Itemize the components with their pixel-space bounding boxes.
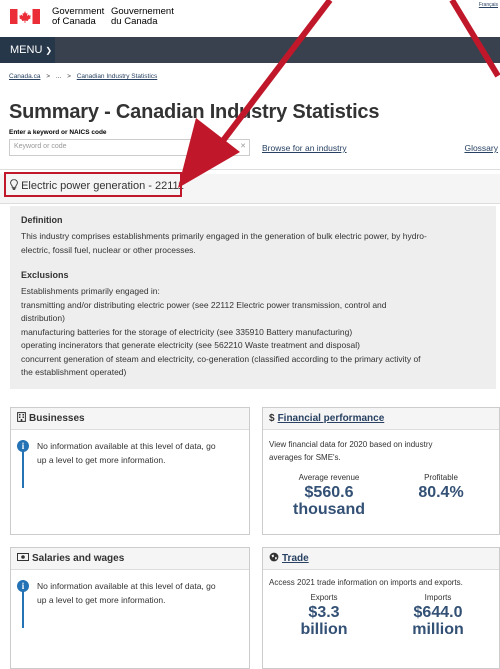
no-info-line: up a level to get more information. xyxy=(37,594,166,605)
exclusion-line: concurrent generation of steam and elect… xyxy=(21,353,421,364)
definition-text: This industry comprises establishments p… xyxy=(21,230,491,257)
divider xyxy=(0,169,500,170)
menu-bar: MENU ❯ xyxy=(0,37,500,63)
trade-heading: Trade xyxy=(263,548,499,570)
info-line xyxy=(22,450,24,488)
financial-desc-line: View financial data for 2020 based on in… xyxy=(269,440,433,449)
profitable-label: Profitable xyxy=(424,473,458,482)
salaries-heading: Salaries and wages xyxy=(11,548,249,570)
menu-button[interactable]: MENU ❯ xyxy=(0,37,55,63)
no-info-line: No information available at this level o… xyxy=(37,441,216,451)
average-revenue-unit: thousand xyxy=(293,501,365,518)
gov-en-line2: of Canada xyxy=(52,16,96,27)
imports-label: Imports xyxy=(424,593,452,602)
info-indicator: i xyxy=(17,580,29,628)
chevron-down-icon: ❯ xyxy=(45,46,53,55)
definition-box: Definition This industry comprises estab… xyxy=(10,206,496,389)
average-revenue-value: $560.6 thousand xyxy=(269,484,389,518)
businesses-panel: Businesses i No information available at… xyxy=(10,407,250,535)
salaries-no-info: No information available at this level o… xyxy=(37,580,255,607)
exclusion-line: operating incinerators that generate ele… xyxy=(21,340,360,350)
imports-value: $644.0 million xyxy=(383,604,493,638)
exclusions-heading: Exclusions xyxy=(21,270,69,280)
financial-heading: $ Financial performance xyxy=(263,408,499,430)
info-icon: i xyxy=(17,580,29,592)
exclusion-line: transmitting and/or distributing electri… xyxy=(21,299,387,310)
trade-panel: Trade Access 2021 trade information on i… xyxy=(262,547,500,669)
dollar-icon: $ xyxy=(269,413,275,424)
canada-flag-icon xyxy=(10,9,40,24)
menu-label: MENU xyxy=(10,44,43,56)
info-icon: i xyxy=(17,440,29,452)
breadcrumb-ellipsis: ... xyxy=(55,73,62,80)
definition-line: electric, fossil fuel, nuclear or other … xyxy=(21,244,196,255)
info-indicator: i xyxy=(17,440,29,488)
breadcrumb: Canada.ca > ... > Canadian Industry Stat… xyxy=(9,73,157,80)
breadcrumb-home[interactable]: Canada.ca xyxy=(9,73,40,80)
clear-icon[interactable]: ✕ xyxy=(240,142,246,150)
globe-icon xyxy=(269,548,279,570)
breadcrumb-separator: > xyxy=(46,73,51,80)
trade-description: Access 2021 trade information on imports… xyxy=(269,578,463,587)
financial-description: View financial data for 2020 based on in… xyxy=(269,439,499,464)
financial-panel: $ Financial performance View financial da… xyxy=(262,407,500,535)
average-revenue-amount: $560.6 xyxy=(304,484,354,501)
search-input[interactable]: Keyword or code ✕ xyxy=(9,139,250,156)
no-info-line: No information available at this level o… xyxy=(37,581,216,591)
info-line xyxy=(22,590,24,628)
exclusion-line: manufacturing batteries for the storage … xyxy=(21,326,353,337)
salaries-panel: Salaries and wages i No information avai… xyxy=(10,547,250,669)
no-info-line: up a level to get more information. xyxy=(37,454,166,465)
glossary-link[interactable]: Glossary xyxy=(464,143,498,153)
average-revenue-label: Average revenue xyxy=(298,473,360,482)
money-icon xyxy=(17,548,29,570)
exports-amount: $3.3 xyxy=(308,604,340,621)
language-toggle-link[interactable]: Français xyxy=(479,2,498,8)
government-of-canada-wordmark-en[interactable]: Government of Canada xyxy=(52,7,104,27)
exclusion-line: Establishments primarily engaged in: xyxy=(21,286,160,296)
breadcrumb-current[interactable]: Canadian Industry Statistics xyxy=(77,73,158,80)
imports-unit: million xyxy=(412,621,464,638)
page-title: Summary - Canadian Industry Statistics xyxy=(9,101,380,123)
definition-heading: Definition xyxy=(21,215,63,225)
browse-industry-link[interactable]: Browse for an industry xyxy=(262,143,347,153)
salaries-heading-text: Salaries and wages xyxy=(32,553,125,564)
definition-line: This industry comprises establishments p… xyxy=(21,231,427,241)
government-of-canada-wordmark-fr[interactable]: Gouvernement du Canada xyxy=(111,7,174,27)
search-label: Enter a keyword or NAICS code xyxy=(9,129,107,136)
trade-link[interactable]: Trade xyxy=(282,553,309,564)
businesses-no-info: No information available at this level o… xyxy=(37,440,255,467)
exports-label: Exports xyxy=(310,593,338,602)
exports-value: $3.3 billion xyxy=(269,604,379,638)
exclusion-line: distribution) xyxy=(21,313,65,323)
arrow-pointer xyxy=(178,0,333,188)
gov-fr-line2: du Canada xyxy=(111,16,158,27)
businesses-heading-text: Businesses xyxy=(29,413,85,424)
search-placeholder: Keyword or code xyxy=(14,143,67,150)
building-icon xyxy=(17,408,26,430)
breadcrumb-separator: > xyxy=(67,73,71,80)
highlight-box xyxy=(4,172,182,197)
exports-unit: billion xyxy=(300,621,348,638)
imports-amount: $644.0 xyxy=(413,604,463,621)
profitable-value: 80.4% xyxy=(418,484,464,501)
financial-desc-line: averages for SME's. xyxy=(269,452,341,462)
financial-performance-link[interactable]: Financial performance xyxy=(278,413,385,424)
exclusions-text: Establishments primarily engaged in: tra… xyxy=(21,285,491,380)
businesses-heading: Businesses xyxy=(11,408,249,430)
exclusion-line: the establishment operated) xyxy=(21,367,127,377)
